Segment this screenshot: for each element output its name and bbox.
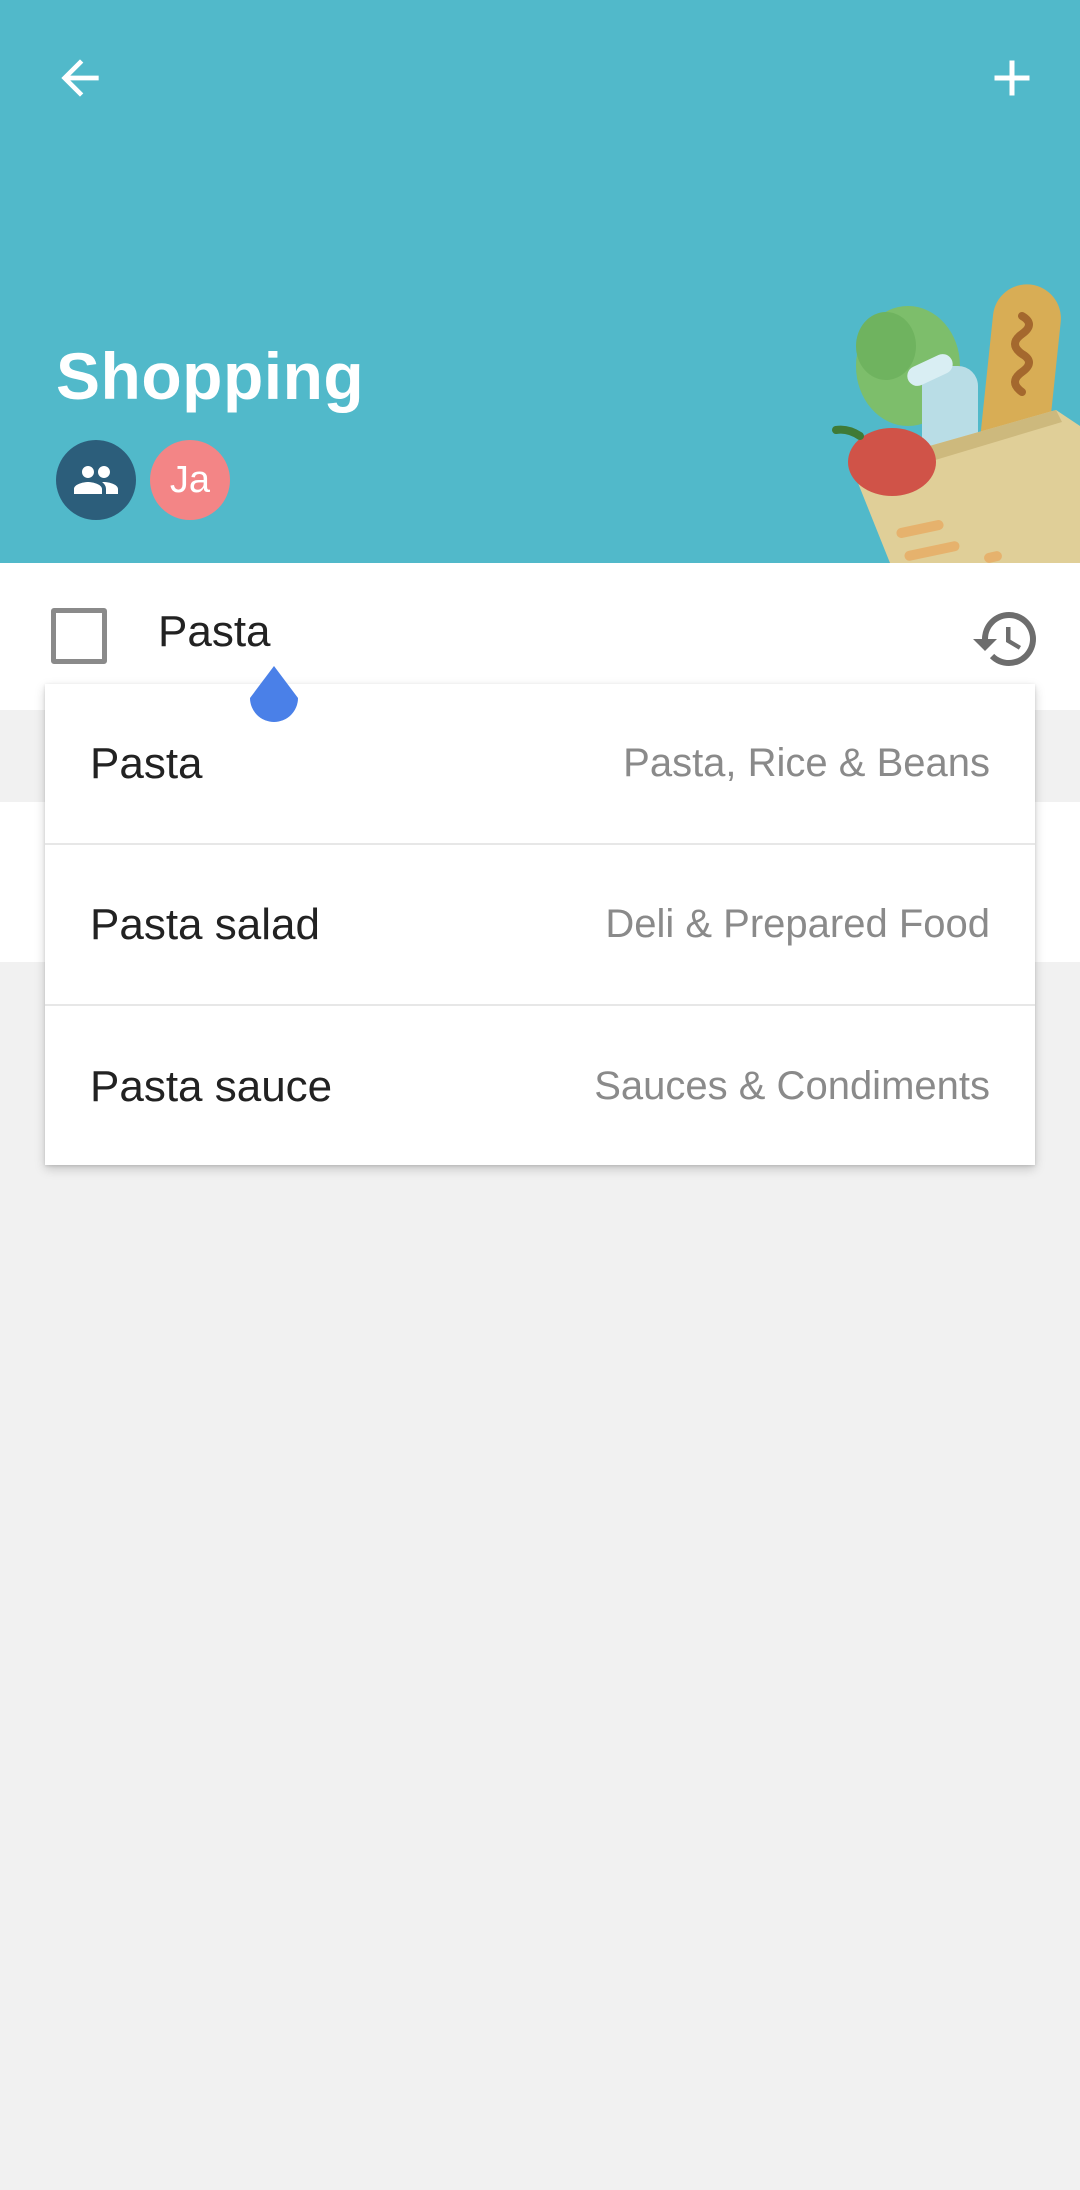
back-button[interactable] (32, 30, 128, 126)
suggestion-category: Pasta, Rice & Beans (623, 741, 990, 785)
suggestion-category: Deli & Prepared Food (605, 902, 990, 946)
suggestion-item[interactable]: Pasta sauce Sauces & Condiments (45, 1006, 1035, 1167)
list-title: Shopping (56, 339, 365, 413)
shopping-list-screen: Shopping Ja Pasta Pasta Pasta, Rice & Be… (0, 0, 1080, 2190)
list-header: Shopping Ja (0, 0, 1080, 563)
item-checkbox[interactable] (51, 608, 107, 664)
people-icon (74, 466, 118, 494)
add-button[interactable] (964, 30, 1060, 126)
suggestion-name: Pasta sauce (90, 1061, 333, 1111)
suggestion-item[interactable]: Pasta Pasta, Rice & Beans (45, 684, 1035, 845)
suggestion-item[interactable]: Pasta salad Deli & Prepared Food (45, 845, 1035, 1006)
suggestion-name: Pasta salad (90, 899, 320, 949)
list-members[interactable]: Ja (56, 440, 230, 520)
share-group-button[interactable] (56, 440, 136, 520)
member-avatar[interactable]: Ja (150, 440, 230, 520)
arrow-back-icon (61, 59, 99, 97)
text-cursor-handle[interactable] (244, 664, 304, 736)
autocomplete-suggestions: Pasta Pasta, Rice & Beans Pasta salad De… (45, 684, 1035, 1165)
grocery-bag-illustration (832, 284, 1080, 563)
suggestion-category: Sauces & Condiments (594, 1064, 990, 1108)
history-button[interactable] (960, 593, 1052, 685)
item-name-input[interactable]: Pasta (158, 607, 271, 657)
suggestion-name: Pasta (90, 738, 203, 788)
history-icon (973, 612, 1036, 666)
plus-icon (994, 60, 1030, 96)
